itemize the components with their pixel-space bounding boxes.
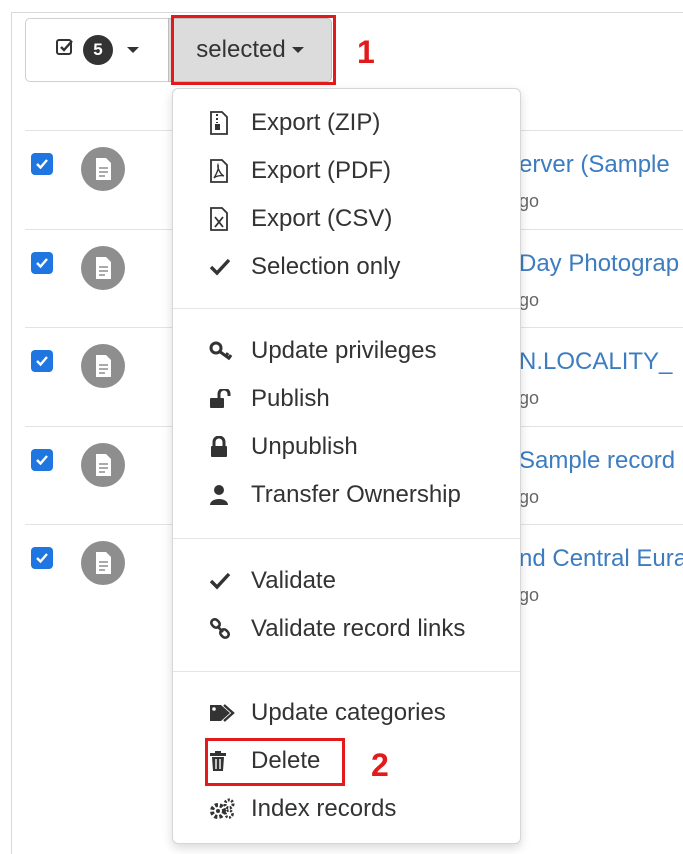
menu-item-label: Validate [251, 567, 336, 594]
file-pdf-icon [209, 159, 239, 183]
row-checkbox[interactable] [31, 350, 53, 372]
menu-item-label: Index records [251, 795, 397, 822]
record-time: go [519, 388, 540, 408]
menu-item-update-categories[interactable]: Update categories [209, 697, 446, 729]
row-checkbox[interactable] [31, 547, 53, 569]
menu-item-publish[interactable]: Publish [209, 383, 330, 415]
selected-actions-menu: Export (ZIP) Export (PDF) Export (CSV) S… [172, 88, 521, 844]
menu-item-export-csv[interactable]: Export (CSV) [209, 203, 392, 235]
record-time: go [519, 290, 540, 310]
select-all-dropdown-button[interactable]: 5 [25, 18, 169, 82]
lock-icon [209, 436, 239, 458]
menu-item-label: Transfer Ownership [251, 481, 461, 508]
link-icon [209, 618, 239, 640]
menu-divider [173, 308, 520, 309]
tags-icon [209, 703, 239, 723]
menu-item-update-privileges[interactable]: Update privileges [209, 335, 436, 367]
checkbox-icon [55, 36, 75, 64]
record-title-link[interactable]: N.LOCALITY_ [519, 348, 672, 376]
file-zip-icon [209, 111, 239, 135]
unlock-icon [209, 389, 239, 409]
menu-item-label: Update privileges [251, 337, 437, 364]
record-title-link[interactable]: Sample record [519, 447, 675, 475]
record-title-link[interactable]: Day Photograp [519, 250, 679, 278]
key-icon [209, 341, 239, 361]
row-checkbox[interactable] [31, 252, 53, 274]
cogs-icon [209, 798, 239, 820]
document-icon [81, 443, 125, 487]
record-time: go [519, 191, 540, 211]
row-checkbox[interactable] [31, 449, 53, 471]
menu-item-label: Validate record links [251, 615, 466, 642]
menu-item-label: Export (CSV) [251, 205, 393, 232]
document-icon [81, 147, 125, 191]
menu-item-label: Export (ZIP) [251, 109, 381, 136]
document-icon [81, 344, 125, 388]
annotation-number-1: 1 [357, 34, 375, 70]
menu-divider [173, 671, 520, 672]
menu-item-unpublish[interactable]: Unpublish [209, 431, 358, 463]
menu-item-export-zip[interactable]: Export (ZIP) [209, 107, 380, 139]
menu-item-label: Publish [251, 385, 330, 412]
document-icon [81, 246, 125, 290]
menu-item-label: Update categories [251, 699, 446, 726]
record-title-link[interactable]: erver (Sample [519, 151, 670, 179]
page-frame-left [11, 12, 12, 854]
menu-divider [173, 538, 520, 539]
menu-item-label: Selection only [251, 253, 401, 280]
selected-count-badge: 5 [83, 35, 113, 65]
menu-item-label: Unpublish [251, 433, 358, 460]
menu-item-validate[interactable]: Validate [209, 565, 336, 597]
menu-item-export-pdf[interactable]: Export (PDF) [209, 155, 391, 187]
file-excel-icon [209, 207, 239, 231]
menu-item-index-records[interactable]: Index records [209, 793, 396, 825]
page-frame-top [11, 12, 683, 13]
menu-item-label: Export (PDF) [251, 157, 392, 184]
menu-item-selection-only[interactable]: Selection only [209, 251, 400, 283]
check-icon [209, 257, 239, 277]
record-time: go [519, 585, 540, 605]
document-icon [81, 541, 125, 585]
user-icon [209, 484, 239, 506]
chevron-down-icon [127, 47, 139, 53]
row-checkbox[interactable] [31, 153, 53, 175]
annotation-number-2: 2 [371, 747, 389, 783]
annotation-box-2 [205, 738, 345, 786]
record-title-link[interactable]: nd Central Eura [519, 545, 683, 573]
record-time: go [519, 487, 540, 507]
menu-item-transfer-ownership[interactable]: Transfer Ownership [209, 479, 461, 511]
menu-item-validate-record-links[interactable]: Validate record links [209, 613, 465, 645]
check-icon [209, 571, 239, 591]
annotation-box-1 [171, 15, 336, 85]
